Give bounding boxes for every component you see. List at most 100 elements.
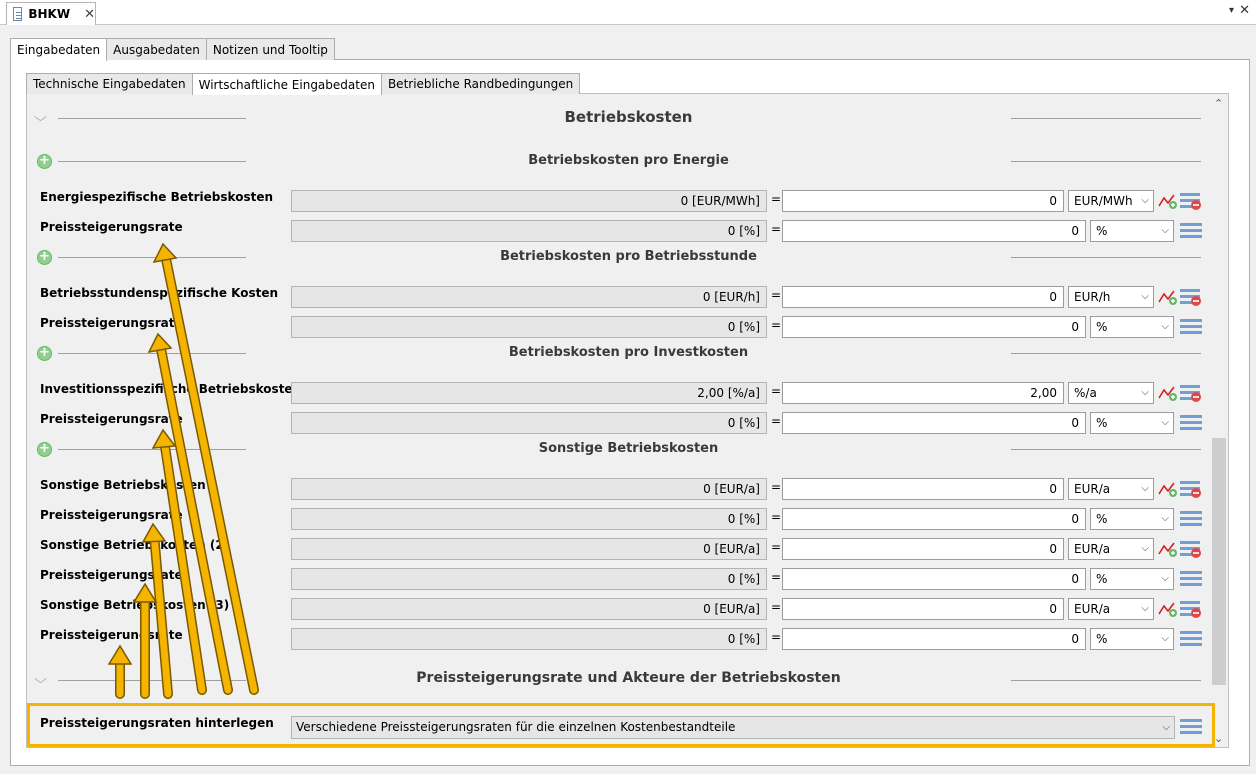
- chevron-down-icon: ⌵: [1161, 633, 1169, 644]
- computed-value-display: 0 [%]: [291, 568, 767, 590]
- tab-eingabedaten[interactable]: Eingabedaten: [10, 38, 108, 61]
- unit-select[interactable]: % ⌵: [1090, 220, 1174, 242]
- add-icon[interactable]: +: [37, 250, 52, 265]
- unit-select-value: EUR/a: [1074, 542, 1111, 556]
- view-close-icon[interactable]: ✕: [1239, 3, 1250, 18]
- field-label: Energiespezifische Betriebskosten: [40, 190, 274, 204]
- unit-select-value: EUR/MWh: [1074, 194, 1133, 208]
- equals-sign: =: [771, 414, 782, 428]
- stack-icon[interactable]: [1180, 414, 1202, 432]
- divider: [58, 118, 246, 119]
- unit-select[interactable]: % ⌵: [1090, 628, 1174, 650]
- value-input[interactable]: 2,00: [782, 382, 1064, 404]
- stack-remove-icon[interactable]: [1180, 192, 1202, 210]
- row-preissteigerungsrate: Preissteigerungsrate 0 [%] = 0 % ⌵: [26, 412, 1216, 434]
- chevron-down-icon: ⌵: [1162, 722, 1170, 733]
- row-preissteigerungsrate: Preissteigerungsrate 0 [%] = 0 % ⌵: [26, 316, 1216, 338]
- unit-select[interactable]: EUR/a ⌵: [1068, 598, 1154, 620]
- unit-select[interactable]: % ⌵: [1090, 568, 1174, 590]
- time-series-add-icon[interactable]: [1158, 540, 1178, 558]
- tab-notizen-tooltip[interactable]: Notizen und Tooltip: [205, 38, 335, 60]
- computed-value-display: 2,00 [%/a]: [291, 382, 767, 404]
- time-series-add-icon[interactable]: [1158, 600, 1178, 618]
- stack-icon[interactable]: [1180, 570, 1202, 588]
- tab-wirtschaftliche-eingabedaten[interactable]: Wirtschaftliche Eingabedaten: [191, 73, 382, 95]
- section-title: Betriebskosten pro Energie: [528, 153, 729, 168]
- stack-remove-icon[interactable]: [1180, 288, 1202, 306]
- value-input[interactable]: 0: [782, 478, 1064, 500]
- unit-select[interactable]: EUR/MWh ⌵: [1068, 190, 1154, 212]
- stack-icon[interactable]: [1180, 318, 1202, 336]
- divider: [1011, 118, 1201, 119]
- divider: [58, 449, 246, 450]
- unit-select-value: %: [1096, 512, 1108, 526]
- editor-tab-bhkw[interactable]: BHKW ✕: [6, 2, 96, 25]
- editor-tab-title: BHKW: [28, 7, 71, 21]
- computed-value-display: 0 [EUR/a]: [291, 478, 767, 500]
- chevron-down-icon: ⌵: [1141, 603, 1149, 614]
- stack-remove-icon[interactable]: [1180, 600, 1202, 618]
- row-investitionsspezifische-betriebskosten: Investitionsspezifische Betriebskosten 2…: [26, 382, 1216, 404]
- value-input[interactable]: 0: [782, 412, 1086, 434]
- equals-sign: =: [771, 480, 782, 494]
- unit-select[interactable]: % ⌵: [1090, 316, 1174, 338]
- row-betriebsstundenspezifische-kosten: Betriebsstundenspezifische Kosten 0 [EUR…: [26, 286, 1216, 308]
- section-betriebskosten: ⌵ Betriebskosten: [26, 108, 1216, 128]
- value-input[interactable]: 0: [782, 316, 1086, 338]
- stack-icon[interactable]: [1180, 222, 1202, 240]
- chevron-down-icon: ⌵: [1141, 291, 1149, 302]
- value-input[interactable]: 0: [782, 220, 1086, 242]
- value-input[interactable]: 0: [782, 568, 1086, 590]
- price-increase-mode-select[interactable]: Verschiedene Preissteigerungsraten für d…: [291, 716, 1175, 739]
- value-input[interactable]: 0: [782, 190, 1064, 212]
- value-input[interactable]: 0: [782, 286, 1064, 308]
- stack-icon[interactable]: [1180, 718, 1202, 736]
- equals-sign: =: [771, 222, 782, 236]
- unit-select[interactable]: EUR/h ⌵: [1068, 286, 1154, 308]
- chevron-down-icon: ⌵: [1161, 573, 1169, 584]
- divider: [1011, 353, 1201, 354]
- unit-select[interactable]: EUR/a ⌵: [1068, 478, 1154, 500]
- section-title: Betriebskosten pro Investkosten: [508, 345, 749, 360]
- unit-select-value: %/a: [1074, 386, 1097, 400]
- value-input[interactable]: 0: [782, 538, 1064, 560]
- add-icon[interactable]: +: [37, 346, 52, 361]
- row-energiespezifische-betriebskosten: Energiespezifische Betriebskosten 0 [EUR…: [26, 190, 1216, 212]
- value-input[interactable]: 0: [782, 628, 1086, 650]
- close-icon[interactable]: ✕: [84, 7, 95, 22]
- unit-select-value: EUR/a: [1074, 482, 1111, 496]
- stack-remove-icon[interactable]: [1180, 480, 1202, 498]
- equals-sign: =: [771, 540, 782, 554]
- unit-select[interactable]: %/a ⌵: [1068, 382, 1154, 404]
- collapse-chevron-icon[interactable]: ⌵: [34, 110, 47, 125]
- stack-icon[interactable]: [1180, 510, 1202, 528]
- equals-sign: =: [771, 570, 782, 584]
- section-title: Preissteigerungsrate und Akteure der Bet…: [416, 670, 841, 686]
- time-series-add-icon[interactable]: [1158, 480, 1178, 498]
- time-series-add-icon[interactable]: [1158, 384, 1178, 402]
- tab-betriebliche-randbedingungen[interactable]: Betriebliche Randbedingungen: [380, 73, 581, 94]
- unit-select[interactable]: % ⌵: [1090, 508, 1174, 530]
- add-icon[interactable]: +: [37, 442, 52, 457]
- add-icon[interactable]: +: [37, 154, 52, 169]
- time-series-add-icon[interactable]: [1158, 192, 1178, 210]
- unit-select[interactable]: EUR/a ⌵: [1068, 538, 1154, 560]
- value-input[interactable]: 0: [782, 508, 1086, 530]
- chevron-down-icon: ⌵: [1161, 417, 1169, 428]
- tab-technische-eingabedaten[interactable]: Technische Eingabedaten: [26, 73, 193, 94]
- value-input[interactable]: 0: [782, 598, 1064, 620]
- stack-remove-icon[interactable]: [1180, 384, 1202, 402]
- view-menu-icon[interactable]: ▾: [1229, 5, 1234, 16]
- tab-ausgabedaten[interactable]: Ausgabedaten: [106, 38, 207, 60]
- computed-value-display: 0 [EUR/a]: [291, 538, 767, 560]
- collapse-chevron-icon[interactable]: ⌵: [34, 672, 47, 687]
- chevron-down-icon: ⌵: [1141, 387, 1149, 398]
- stack-icon[interactable]: [1180, 630, 1202, 648]
- row-preissteigerungsrate: Preissteigerungsrate 0 [%] = 0 % ⌵: [26, 628, 1216, 650]
- section-title: Sonstige Betriebskosten: [538, 441, 719, 456]
- time-series-add-icon[interactable]: [1158, 288, 1178, 306]
- equals-sign: =: [771, 288, 782, 302]
- unit-select[interactable]: % ⌵: [1090, 412, 1174, 434]
- stack-remove-icon[interactable]: [1180, 540, 1202, 558]
- field-label: Investitionsspezifische Betriebskosten: [40, 382, 302, 396]
